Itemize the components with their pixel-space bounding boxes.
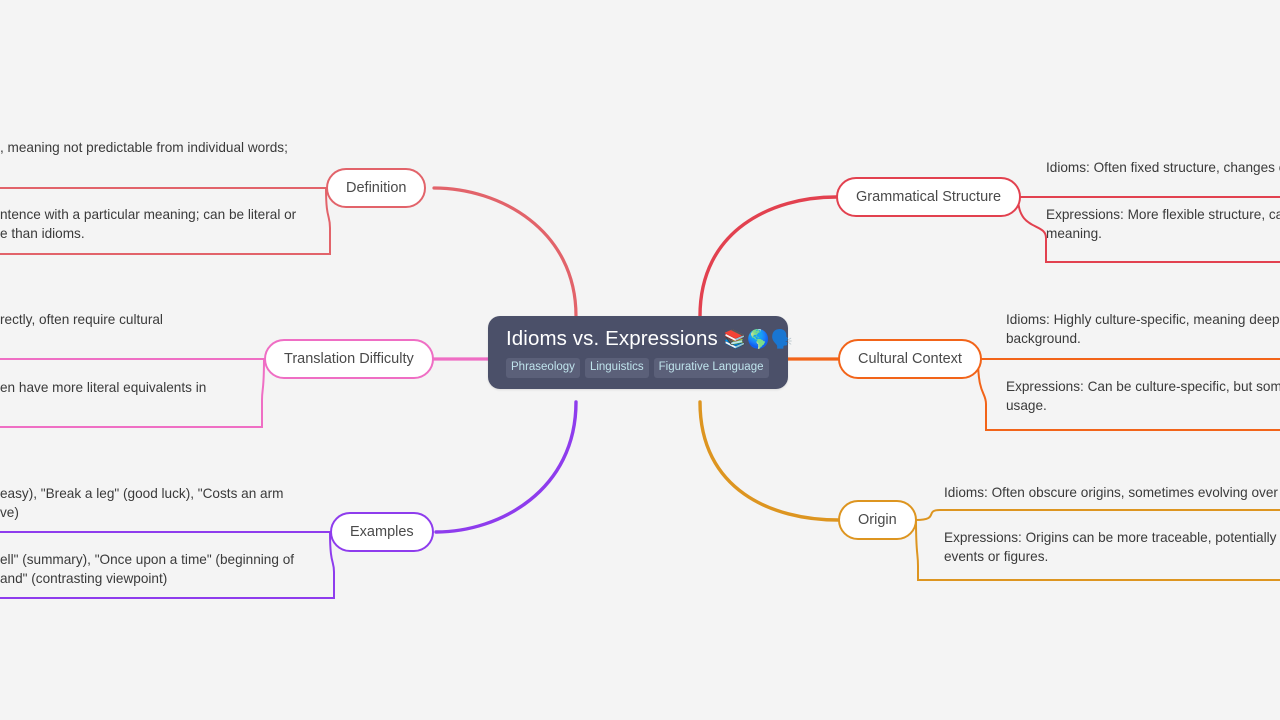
branch-label-translation-difficulty: Translation Difficulty xyxy=(284,350,414,367)
branch-label-examples: Examples xyxy=(350,523,414,540)
leaf-definition-expressions[interactable]: ntence with a particular meaning; can be… xyxy=(0,205,320,249)
branch-node-definition[interactable]: Definition xyxy=(326,168,427,208)
branch-node-translation-difficulty[interactable]: Translation Difficulty xyxy=(264,339,434,379)
link-center-to-definition xyxy=(432,186,578,318)
leaf-cultural-context-expressions[interactable]: Expressions: Can be culture-specific, bu… xyxy=(1006,377,1280,421)
leaf-definition-idioms[interactable]: , meaning not predictable from individua… xyxy=(0,138,300,162)
link-center-to-grammatical-structure xyxy=(698,195,838,318)
leaf-origin-expressions[interactable]: Expressions: Origins can be more traceab… xyxy=(944,528,1280,572)
link-center-to-origin xyxy=(698,400,840,522)
central-node-title: Idioms vs. Expressions 📚🌎🗣️ xyxy=(506,327,795,351)
central-node[interactable]: Idioms vs. Expressions 📚🌎🗣️ Phraseology … xyxy=(488,316,793,390)
leaf-examples-expressions[interactable]: ell" (summary), "Once upon a time" (begi… xyxy=(0,550,320,594)
central-node-title-text: Idioms vs. Expressions xyxy=(506,327,718,350)
leaf-examples-idioms[interactable]: easy), "Break a leg" (good luck), "Costs… xyxy=(0,484,300,528)
branch-label-origin: Origin xyxy=(858,511,897,528)
branch-node-examples[interactable]: Examples xyxy=(330,512,434,552)
branch-node-grammatical-structure[interactable]: Grammatical Structure xyxy=(836,177,1022,217)
tag-phraseology[interactable]: Phraseology xyxy=(506,357,580,379)
leaf-cultural-context-idioms[interactable]: Idioms: Highly culture-specific, meaning… xyxy=(1006,310,1280,354)
branch-label-grammatical-structure: Grammatical Structure xyxy=(856,188,1002,205)
leaf-translation-difficulty-idioms[interactable]: rectly, often require cultural xyxy=(0,310,260,334)
tag-linguistics[interactable]: Linguistics xyxy=(584,357,649,379)
leaf-origin-idioms[interactable]: Idioms: Often obscure origins, sometimes… xyxy=(944,483,1280,507)
leaf-translation-difficulty-expressions[interactable]: en have more literal equivalents in xyxy=(0,378,260,402)
central-node-tags: Phraseology Linguistics Figurative Langu… xyxy=(506,357,769,379)
link-origin-to-leaf-1 xyxy=(915,509,1280,521)
tag-figurative-language[interactable]: Figurative Language xyxy=(653,357,769,379)
branch-label-definition: Definition xyxy=(346,179,407,196)
link-center-to-examples xyxy=(434,400,578,534)
branch-node-cultural-context[interactable]: Cultural Context xyxy=(838,339,982,379)
leaf-grammatical-structure-expressions[interactable]: Expressions: More flexible structure, ca… xyxy=(1046,205,1280,249)
branch-node-origin[interactable]: Origin xyxy=(838,500,917,540)
leaf-grammatical-structure-idioms[interactable]: Idioms: Often fixed structure, changes c xyxy=(1046,158,1280,182)
mindmap-canvas: Idioms vs. Expressions 📚🌎🗣️ Phraseology … xyxy=(0,0,1280,720)
books-globe-speaking-head-icon: 📚🌎🗣️ xyxy=(723,329,795,350)
branch-label-cultural-context: Cultural Context xyxy=(858,350,962,367)
